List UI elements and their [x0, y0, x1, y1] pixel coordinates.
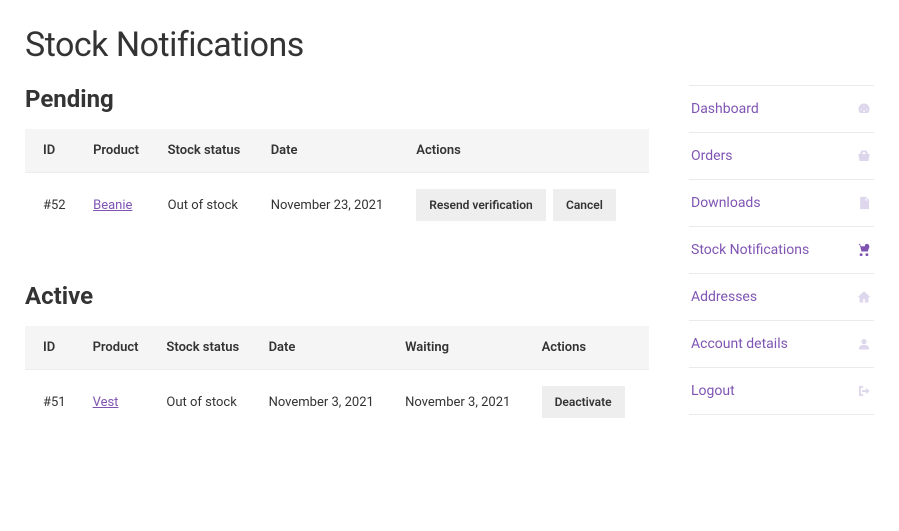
sidebar-item-label: Dashboard	[691, 101, 759, 117]
table-header-row: ID Product Stock status Date Waiting Act…	[25, 326, 649, 370]
sidebar-item-orders[interactable]: Orders	[689, 132, 874, 179]
active-table: ID Product Stock status Date Waiting Act…	[25, 326, 649, 434]
sidebar-item-account-details[interactable]: Account details	[689, 320, 874, 367]
pending-table: ID Product Stock status Date Actions #52…	[25, 129, 649, 237]
page-title: Stock Notifications	[25, 25, 649, 65]
basket-icon	[856, 148, 872, 164]
col-actions: Actions	[530, 326, 649, 370]
cell-stock: Out of stock	[156, 173, 259, 238]
pending-heading: Pending	[25, 85, 649, 113]
user-icon	[856, 336, 872, 352]
col-stock: Stock status	[156, 129, 259, 173]
col-id: ID	[25, 326, 81, 370]
file-icon	[856, 195, 872, 211]
cart-bell-icon	[856, 242, 872, 258]
cell-stock: Out of stock	[154, 370, 256, 435]
product-link[interactable]: Vest	[93, 395, 119, 410]
table-row: #52 Beanie Out of stock November 23, 202…	[25, 173, 649, 238]
cell-waiting: November 3, 2021	[393, 370, 530, 435]
sidebar-item-label: Account details	[691, 336, 788, 352]
logout-icon	[856, 383, 872, 399]
table-row: #51 Vest Out of stock November 3, 2021 N…	[25, 370, 649, 435]
deactivate-button[interactable]: Deactivate	[542, 386, 625, 418]
cell-product: Beanie	[81, 173, 156, 238]
col-id: ID	[25, 129, 81, 173]
col-date: Date	[257, 326, 394, 370]
cell-actions: Resend verification Cancel	[404, 173, 649, 238]
product-link[interactable]: Beanie	[93, 198, 132, 213]
table-header-row: ID Product Stock status Date Actions	[25, 129, 649, 173]
home-icon	[856, 289, 872, 305]
col-waiting: Waiting	[393, 326, 530, 370]
dashboard-icon	[856, 101, 872, 117]
sidebar-item-label: Downloads	[691, 195, 761, 211]
resend-verification-button[interactable]: Resend verification	[416, 189, 546, 221]
sidebar-item-label: Orders	[691, 148, 733, 164]
account-sidebar: Dashboard Orders Downloads	[689, 25, 874, 434]
col-stock: Stock status	[154, 326, 256, 370]
sidebar-item-dashboard[interactable]: Dashboard	[689, 85, 874, 132]
sidebar-item-label: Logout	[691, 383, 735, 399]
cell-id: #51	[25, 370, 81, 435]
nav-list: Dashboard Orders Downloads	[689, 85, 874, 415]
pending-section: Pending ID Product Stock status Date Act…	[25, 85, 649, 237]
main-content: Stock Notifications Pending ID Product S…	[25, 25, 649, 434]
cell-id: #52	[25, 173, 81, 238]
cell-product: Vest	[81, 370, 155, 435]
sidebar-item-addresses[interactable]: Addresses	[689, 273, 874, 320]
sidebar-item-logout[interactable]: Logout	[689, 367, 874, 415]
active-section: Active ID Product Stock status Date Wait…	[25, 282, 649, 434]
sidebar-item-downloads[interactable]: Downloads	[689, 179, 874, 226]
sidebar-item-label: Stock Notifications	[691, 242, 809, 258]
col-actions: Actions	[404, 129, 649, 173]
col-product: Product	[81, 129, 156, 173]
cancel-button[interactable]: Cancel	[553, 189, 616, 221]
col-date: Date	[259, 129, 405, 173]
cell-date: November 3, 2021	[257, 370, 394, 435]
cell-date: November 23, 2021	[259, 173, 405, 238]
active-heading: Active	[25, 282, 649, 310]
sidebar-item-stock-notifications[interactable]: Stock Notifications	[689, 226, 874, 273]
sidebar-item-label: Addresses	[691, 289, 757, 305]
cell-actions: Deactivate	[530, 370, 649, 435]
col-product: Product	[81, 326, 155, 370]
